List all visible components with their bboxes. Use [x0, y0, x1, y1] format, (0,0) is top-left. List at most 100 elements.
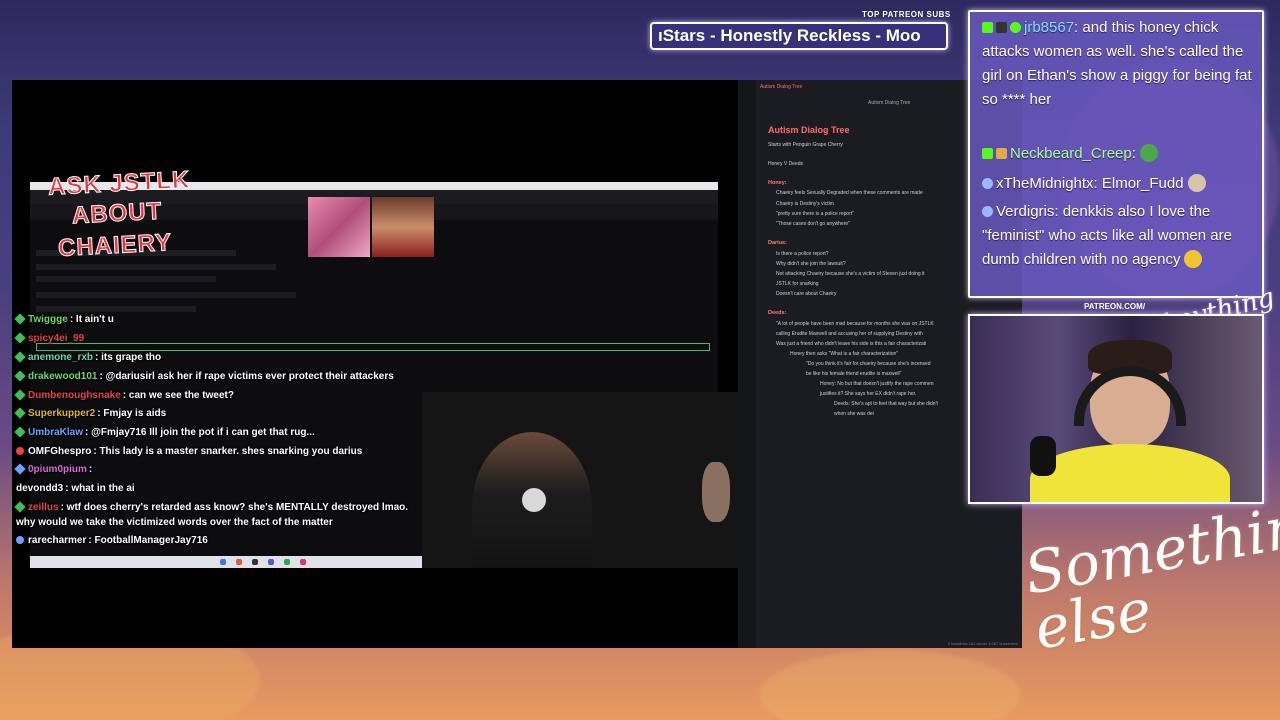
inner-row — [36, 292, 296, 298]
microphone-icon — [1030, 436, 1056, 476]
taskbar-icon[interactable] — [236, 559, 242, 565]
chat-badge-icon — [14, 407, 26, 420]
chat-username: UmbraKlaw — [28, 427, 84, 438]
chat-overlay-message: xTheMidnightx: Elmor_Fudd — [982, 172, 1258, 196]
chat-text: : @Fmjay716 Ill join the pot if i can ge… — [85, 427, 315, 438]
chat-badge-icon — [16, 447, 24, 456]
bg-streak — [760, 650, 1020, 720]
notes-line: calling Erudite Maxwell and accusing her… — [776, 331, 923, 337]
chat-badge-icon — [14, 332, 26, 345]
inner-row — [36, 264, 276, 270]
signature-big: Something else — [1019, 485, 1280, 663]
chat-text: : This lady is a master snarker. shes sn… — [93, 446, 363, 457]
notes-line: when she was dei — [834, 411, 874, 417]
chat-text: : — [88, 464, 93, 475]
notes-line: "Those cases don't go anywhere" — [776, 221, 850, 227]
chat-overlay-message: jrb8567: and this honey chick attacks wo… — [982, 16, 1258, 112]
chat-text: : wtf does cherry's retarded ass know? s… — [60, 502, 409, 513]
chat-username: Neckbeard_Creep — [1010, 145, 1132, 162]
chat-text: : — [1131, 145, 1136, 162]
notes-heading-honey: Honey: — [768, 180, 787, 186]
chat-username: anemone_rxb — [28, 352, 94, 363]
chat-text: : what in the ai — [65, 483, 135, 494]
sub-badge-icon — [996, 148, 1007, 159]
stream-chat-message: anemone_rxb: its grape tho — [14, 351, 162, 364]
notes-line: Honey: No but that doesn't justify the r… — [820, 381, 934, 387]
stream-chat-message: 0pium0pium: — [14, 463, 93, 476]
notes-line: "A lot of people have been mad because f… — [776, 321, 934, 327]
streamer-webcam — [422, 392, 738, 568]
overlay-text-line-3: CHAIERY — [57, 229, 173, 263]
chat-badge-icon — [14, 463, 26, 476]
chat-text: : It ain't u — [69, 314, 114, 325]
chat-badge-icon — [14, 370, 26, 383]
chat-text: : and this honey chick attacks women as … — [982, 19, 1252, 108]
chat-overlay-message: Verdigris: denkkis also I love the "femi… — [982, 200, 1258, 272]
notes-line: Chaeiry is Destiny's victim — [776, 201, 834, 207]
stream-chat-message: rarecharmer: FootballManagerJay716 — [16, 535, 208, 546]
notes-line: Starts with Penguin Grape Cherry — [768, 142, 843, 148]
stream-chat-message: zeillus: wtf does cherry's retarded ass … — [14, 501, 409, 514]
notes-line: justifies it? She says her EX didn't rap… — [820, 391, 917, 397]
patreon-label: TOP PATREON SUBS — [862, 10, 951, 19]
chat-badge-icon — [14, 313, 26, 326]
notes-line: Honey V Deeds — [768, 161, 804, 167]
chat-username: Dumbenoughsnake — [28, 390, 121, 401]
chat-badge-icon — [14, 389, 26, 402]
chat-text: : @dariusirl ask her if rape victims eve… — [99, 371, 394, 382]
notes-status-bar: 0 backlinks 181 words 1,067 characters — [947, 641, 1018, 646]
notes-sidebar — [738, 80, 756, 648]
chat-username: Twiggge — [28, 314, 68, 325]
stream-chat-message: Dumbenoughsnake: can we see the tweet? — [14, 389, 234, 402]
patreon-ticker: ıStars - Honestly Reckless - Moo — [650, 22, 948, 50]
chat-badge-icon — [14, 501, 26, 514]
pepe-emote-icon — [1139, 144, 1158, 162]
highlighted-message — [36, 343, 710, 351]
notes-line: Doesn't care about Chaeiry — [776, 291, 837, 297]
notes-line: JSTLK for snarking — [776, 281, 819, 287]
inner-row — [36, 306, 196, 312]
notes-line: "pretty sure there is a police report" — [776, 211, 855, 217]
laugh-emote-icon — [1184, 250, 1203, 268]
chat-username: devondd3 — [16, 483, 64, 494]
chat-text: : can we see the tweet? — [122, 390, 234, 401]
inner-row — [36, 276, 216, 282]
chat-badge-icon — [1010, 22, 1021, 33]
stream-chat-message: why would we take the victimized words o… — [14, 517, 333, 528]
chat-username: rarecharmer — [28, 535, 87, 546]
chat-username: 0pium0pium — [28, 464, 87, 475]
chat-username: zeillus — [28, 502, 59, 513]
stream-chat-message: OMFGhespro: This lady is a master snarke… — [16, 446, 362, 457]
stream-chat-message: Twiggge: It ain't u — [14, 313, 114, 326]
chat-username: OMFGhespro — [28, 446, 92, 457]
chat-overlay-message: Neckbeard_Creep: — [982, 142, 1258, 166]
taskbar-icon[interactable] — [284, 559, 290, 565]
chat-text: : its grape tho — [95, 352, 162, 363]
overlay-text-line-2: ABOUT — [71, 197, 164, 230]
notes-line: Chaeiry feels Sexually Degraded when the… — [776, 190, 923, 196]
taskbar-icon[interactable] — [300, 559, 306, 565]
notes-line: Deeds: She's apt to feel that way but sh… — [834, 401, 938, 407]
notes-line: "Do you think it's fair for chaeiry beca… — [806, 361, 931, 367]
kick-badge-icon — [982, 22, 993, 33]
chat-overlay: jrb8567: and this honey chick attacks wo… — [968, 10, 1264, 298]
chat-username: xTheMidnightx — [996, 175, 1094, 192]
chat-text: why would we take the victimized words o… — [16, 517, 333, 528]
patreon-url: PATREON.COM/ — [1084, 302, 1146, 311]
taskbar-icon[interactable] — [252, 559, 258, 565]
chat-username: Verdigris — [996, 203, 1055, 220]
notes-line: Why didn't she join the lawsuit? — [776, 261, 846, 267]
fudd-emote-icon — [1187, 174, 1206, 192]
microphone-icon — [522, 488, 546, 512]
chat-text: : FootballManagerJay716 — [88, 535, 208, 546]
stream-chat-message: Superkupper2: Fmjay is aids — [14, 407, 166, 420]
taskbar-icon[interactable] — [220, 559, 226, 565]
notes-tab[interactable]: Autism Dialog Tree — [760, 84, 802, 90]
stream-chat-message: UmbraKlaw: @Fmjay716 Ill join the pot if… — [14, 426, 315, 439]
chat-username: spicy4ei_99 — [28, 333, 85, 344]
stream-chat-message: devondd3: what in the ai — [16, 483, 135, 494]
wall-lamp — [702, 462, 730, 522]
taskbar-icon[interactable] — [268, 559, 274, 565]
inner-taskbar — [30, 556, 422, 568]
notes-line: Was just a friend who didn't leave his s… — [776, 341, 927, 347]
